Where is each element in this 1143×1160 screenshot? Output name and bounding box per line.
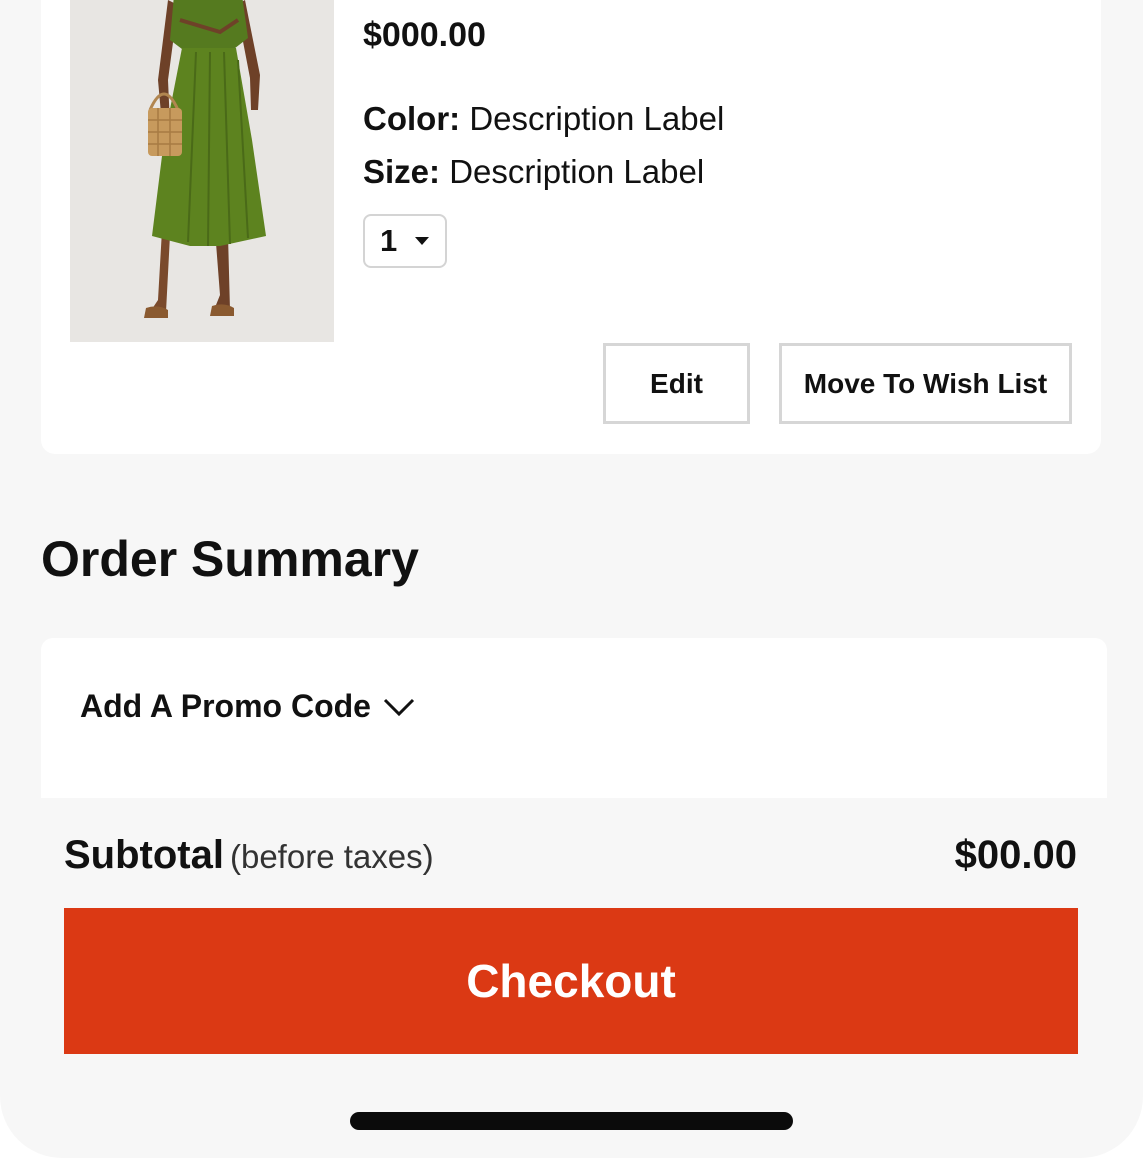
item-size: Size: Description Label (363, 153, 704, 191)
cart-item-card: $000.00 Color: Description Label Size: D… (41, 0, 1101, 454)
dress-illustration (70, 0, 334, 342)
product-image[interactable] (70, 0, 334, 342)
quantity-value: 1 (380, 223, 398, 258)
subtotal-value: $00.00 (954, 833, 1077, 877)
cart-screen: $000.00 Color: Description Label Size: D… (0, 0, 1143, 1158)
move-to-wish-list-button[interactable]: Move To Wish List (779, 343, 1072, 424)
color-key: Color: (363, 100, 461, 137)
item-color: Color: Description Label (363, 100, 724, 138)
promo-card: Add A Promo Code (41, 638, 1107, 798)
subtotal-label: Subtotal (before taxes) (64, 833, 434, 878)
order-summary-title: Order Summary (41, 531, 419, 587)
quantity-select[interactable]: 1 (363, 214, 447, 268)
checkout-button[interactable]: Checkout (64, 908, 1078, 1054)
subtotal-key: Subtotal (64, 833, 224, 877)
item-price: $000.00 (363, 16, 486, 54)
size-value: Description Label (449, 153, 705, 190)
subtotal-note: (before taxes) (229, 838, 434, 875)
color-value: Description Label (469, 100, 725, 137)
size-key: Size: (363, 153, 441, 190)
edit-button[interactable]: Edit (603, 343, 750, 424)
promo-code-label: Add A Promo Code (80, 688, 371, 724)
promo-code-toggle[interactable]: Add A Promo Code (80, 688, 415, 725)
chevron-down-icon (383, 698, 415, 716)
caret-down-icon (415, 237, 430, 245)
home-indicator[interactable] (350, 1112, 793, 1130)
